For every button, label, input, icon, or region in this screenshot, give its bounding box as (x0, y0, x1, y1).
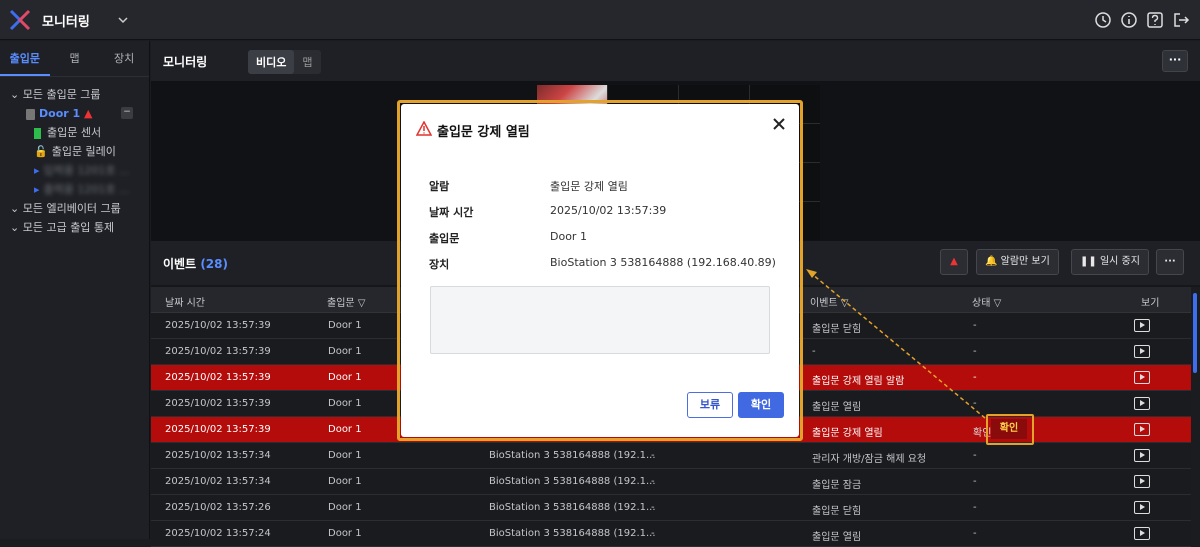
memo-textarea[interactable] (430, 286, 770, 354)
dialog-title: 출입문 강제 열림 (437, 125, 530, 140)
hold-button[interactable]: 보류 (687, 392, 733, 418)
ok-button[interactable]: 확인 (738, 392, 784, 418)
field-value-device: BioStation 3 538164888 (192.168.40.89) (550, 256, 776, 269)
field-label-device: 장치 (429, 258, 450, 271)
warning-icon (416, 121, 432, 136)
field-value-alarm: 출입문 강제 열림 (550, 180, 628, 193)
field-label-datetime: 날짜 시간 (429, 206, 474, 219)
close-icon[interactable] (771, 116, 787, 132)
field-value-datetime: 2025/10/02 13:57:39 (550, 204, 667, 217)
field-label-alarm: 알람 (429, 180, 450, 193)
field-value-door: Door 1 (550, 230, 587, 243)
alarm-dialog: 출입문 강제 열림 알람 출입문 강제 열림 날짜 시간 2025/10/02 … (401, 104, 799, 437)
field-label-door: 출입문 (429, 232, 460, 245)
